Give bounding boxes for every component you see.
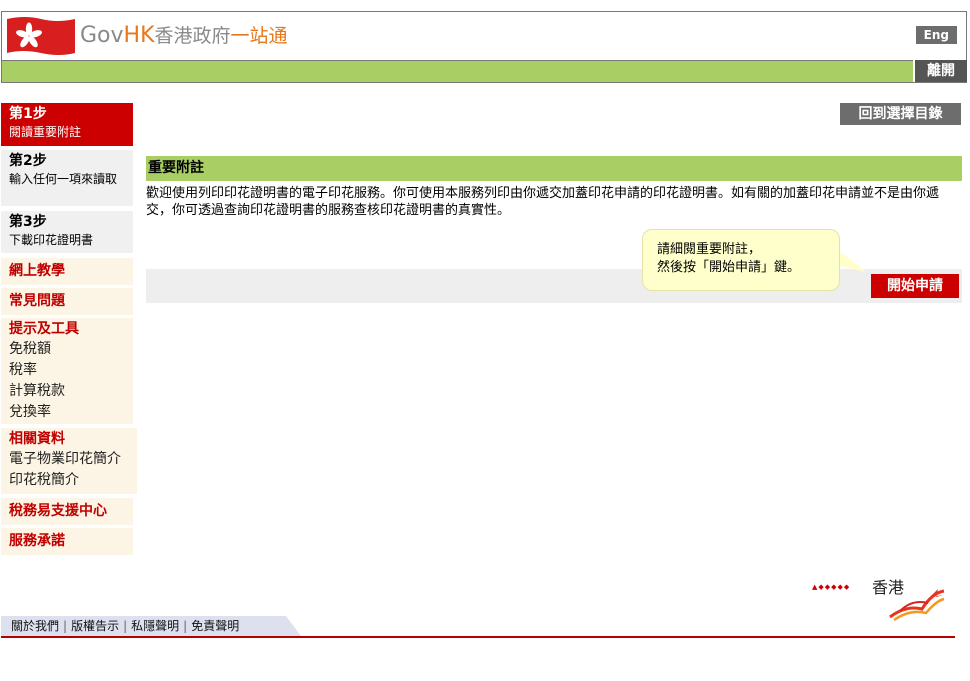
step-3-desc: 下載印花證明書 xyxy=(9,233,94,247)
sidebar-item-calculate-tax[interactable]: 計算稅款 xyxy=(1,381,133,402)
footer-separator: | xyxy=(123,619,128,633)
sidebar-pledge: 服務承諾 xyxy=(1,528,133,555)
brand-hk: HK xyxy=(123,23,155,48)
related-info-heading: 相關資料 xyxy=(9,431,65,447)
brand-cn: 香港政府 xyxy=(154,25,231,47)
step-1: 第1步 閱讀重要附註 xyxy=(1,103,133,146)
footer-about-us-link[interactable]: 關於我們 xyxy=(11,619,59,633)
faq-link[interactable]: 常見問題 xyxy=(1,288,133,311)
sidebar-item-e-stamping-intro[interactable]: 電子物業印花簡介 xyxy=(1,449,137,470)
online-tutorial-link[interactable]: 網上教學 xyxy=(1,258,133,281)
step-2: 第2步 輸入任何一項來讀取 xyxy=(1,150,133,206)
sidebar-tips-tools: 提示及工具 免稅額 稅率 計算稅款 兌換率 xyxy=(1,318,133,424)
sidebar-faq: 常見問題 xyxy=(1,288,133,315)
tooltip-line-2: 然後按「開始申請」鍵。 xyxy=(657,260,801,275)
instruction-tooltip: 請細閱重要附註， 然後按「開始申請」鍵。 xyxy=(642,229,840,291)
step-2-title: 第2步 xyxy=(9,153,47,169)
brand-gov: Gov xyxy=(80,23,124,48)
english-language-button[interactable]: Eng xyxy=(915,26,957,44)
flying-dragon-logo-icon xyxy=(889,589,945,621)
step-1-title: 第1步 xyxy=(9,106,47,122)
tooltip-line-1: 請細閱重要附註， xyxy=(657,242,762,257)
footer-separator: | xyxy=(183,619,188,633)
footer-divider xyxy=(1,636,955,638)
header: GovHK香港政府一站通 Eng xyxy=(1,11,967,60)
leave-button[interactable]: 離開 xyxy=(913,60,967,82)
step-1-desc: 閱讀重要附註 xyxy=(9,125,82,139)
step-3-title: 第3步 xyxy=(9,214,47,230)
sidebar-related-info: 相關資料 電子物業印花簡介 印花稅簡介 xyxy=(1,428,137,494)
tips-tools-heading: 提示及工具 xyxy=(9,321,79,337)
footer-separator: | xyxy=(63,619,68,633)
sidebar-item-allowances[interactable]: 免稅額 xyxy=(1,339,133,360)
performance-pledge-link[interactable]: 服務承諾 xyxy=(1,528,133,551)
sidebar-support-centre: 稅務易支援中心 xyxy=(1,498,133,525)
hong-kong-flag-icon xyxy=(7,17,75,55)
sidebar-online-tutorial: 網上教學 xyxy=(1,258,133,285)
sidebar-item-exchange-rates[interactable]: 兌換率 xyxy=(1,402,133,423)
important-notes-text: 歡迎使用列印印花證明書的電子印花服務。你可使用本服務列印由你遞交加蓋印花申請的印… xyxy=(146,186,940,218)
section-heading: 重要附註 xyxy=(146,156,962,181)
brand-hk-red-mark: ▲◆◆◆◆◆ xyxy=(812,583,851,591)
sidebar-item-stamp-duty-intro[interactable]: 印花稅簡介 xyxy=(1,470,137,491)
footer-links: 關於我們 | 版權告示 | 私隱聲明 | 免責聲明 xyxy=(1,616,301,636)
sidebar-item-tax-rates[interactable]: 稅率 xyxy=(1,360,133,381)
footer-copyright-link[interactable]: 版權告示 xyxy=(71,619,119,633)
step-2-desc: 輸入任何一項來讀取 xyxy=(9,172,118,186)
back-to-menu-button[interactable]: 回到選擇目錄 xyxy=(840,103,961,125)
step-3: 第3步 下載印花證明書 xyxy=(1,211,133,253)
footer-disclaimer-link[interactable]: 免責聲明 xyxy=(191,619,239,633)
green-nav-bar: 離開 xyxy=(1,60,967,83)
support-centre-link[interactable]: 稅務易支援中心 xyxy=(1,498,133,521)
govhk-logo[interactable]: GovHK香港政府一站通 xyxy=(80,22,288,50)
start-application-button[interactable]: 開始申請 xyxy=(871,274,959,298)
brand-cn2: 一站通 xyxy=(230,25,288,47)
footer-privacy-link[interactable]: 私隱聲明 xyxy=(131,619,179,633)
